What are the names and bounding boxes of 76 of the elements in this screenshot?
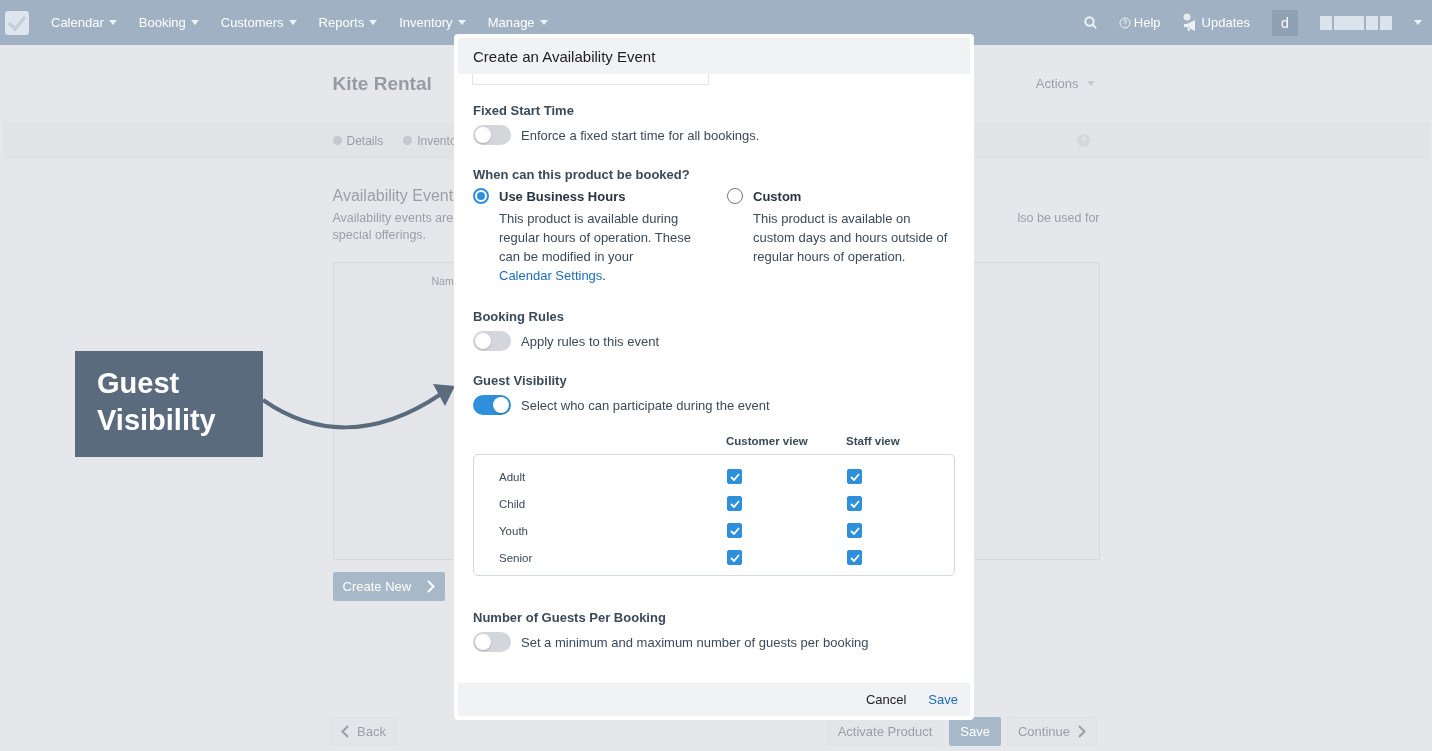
step-label[interactable]: Details	[346, 133, 384, 148]
column-header: Staff view	[846, 435, 901, 447]
nav-menu-item[interactable]: Customers	[220, 15, 284, 30]
save-button[interactable]: Save	[928, 692, 958, 707]
section-title: Availability Event	[332, 187, 454, 205]
description-text: lso be used for	[1017, 211, 1100, 225]
option-title: Custom	[753, 189, 803, 204]
save-button[interactable]: Save	[949, 717, 1001, 746]
guest-type-label: Senior	[499, 551, 533, 564]
toggle-switch[interactable]	[473, 395, 511, 415]
page-title: Kite Rental	[332, 72, 432, 95]
chevron-left-icon	[341, 725, 349, 738]
option-description: This product is available on custom days and hours outside of regular hours of operation.	[753, 210, 949, 266]
caret-icon	[288, 20, 297, 25]
guest-type-label: Youth	[499, 524, 528, 537]
toggle-label: Apply rules to this event	[521, 333, 660, 349]
caret-icon	[539, 20, 548, 25]
section-heading: Guest Visibility	[473, 373, 568, 388]
toggle-label: Select who can participate during the event	[521, 397, 770, 413]
column-header: Customer view	[726, 435, 809, 447]
nav-menu-item[interactable]: Calendar	[51, 15, 104, 30]
cancel-button[interactable]: Cancel	[865, 692, 907, 707]
checkbox[interactable]	[727, 496, 742, 511]
guest-type-label: Adult	[499, 470, 526, 483]
checkbox[interactable]	[847, 523, 862, 538]
nav-menu-item[interactable]: Reports	[318, 15, 365, 30]
toggle-switch[interactable]	[473, 632, 511, 652]
chevron-right-icon	[427, 580, 436, 593]
description-text: special offerings.	[332, 228, 427, 242]
option-title: Use Business Hours	[499, 189, 627, 204]
toggle-switch[interactable]	[473, 331, 511, 351]
step-dot-icon	[332, 136, 342, 145]
caret-icon	[1414, 20, 1422, 25]
checkbox[interactable]	[847, 550, 862, 565]
checkbox[interactable]	[847, 469, 862, 484]
checkbox[interactable]	[847, 496, 862, 511]
modal-title: Create an Availability Event	[473, 47, 656, 65]
column-header: Nam	[431, 275, 454, 287]
create-new-button[interactable]: Create New	[332, 572, 446, 601]
actions-menu[interactable]: Actions	[1035, 76, 1079, 91]
step-dot-icon	[403, 136, 413, 145]
back-button[interactable]: Back	[330, 717, 397, 746]
description-text: Availability events are	[332, 211, 454, 225]
nav-menu-item[interactable]: Inventory	[399, 15, 453, 30]
checkbox[interactable]	[727, 469, 742, 484]
input-field[interactable]	[472, 74, 709, 85]
toggle-switch[interactable]	[473, 125, 511, 145]
checkmark-logo-icon[interactable]	[5, 10, 29, 35]
callout-label: Guest Visibility	[75, 351, 263, 457]
checkbox[interactable]	[727, 550, 742, 565]
caret-icon	[108, 20, 117, 25]
toggle-label: Set a minimum and maximum number of guests per booking	[521, 634, 869, 650]
help-icon	[1118, 16, 1131, 29]
redacted-username-drawing	[1320, 15, 1392, 30]
caret-icon	[1086, 81, 1095, 86]
section-heading: Fixed Start Time	[473, 103, 575, 118]
caret-icon	[457, 20, 466, 25]
section-heading: Booking Rules	[473, 309, 565, 324]
radio-button[interactable]	[727, 188, 743, 204]
section-heading: When can this product be booked?	[473, 167, 691, 182]
updates-link[interactable]: Updates	[1201, 15, 1250, 30]
chevron-right-icon	[1078, 725, 1086, 738]
checkbox[interactable]	[727, 523, 742, 538]
nav-menu-item[interactable]: Manage	[487, 15, 535, 30]
user-avatar[interactable]: d	[1272, 9, 1298, 36]
guest-type-label: Child	[499, 497, 526, 510]
section-heading: Number of Guests Per Booking	[473, 610, 667, 625]
nav-menu-item[interactable]: Booking	[138, 15, 186, 30]
toggle-label: Enforce a fixed start time for all bookings.	[521, 127, 760, 143]
caret-icon	[190, 20, 199, 25]
search-icon[interactable]	[1083, 16, 1097, 29]
radio-button[interactable]	[473, 188, 489, 204]
continue-button[interactable]: Continue	[1006, 717, 1097, 746]
help-link[interactable]: Help	[1133, 15, 1161, 30]
caret-icon	[369, 20, 378, 25]
option-description: This product is available during regular hours of operation. These can be modified in your Calendar Settings.	[499, 210, 692, 285]
